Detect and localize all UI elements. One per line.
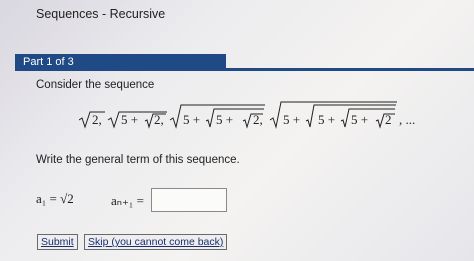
svg-text:5 +: 5 + (216, 112, 233, 127)
sequence-term-4: 5 + (283, 112, 300, 127)
top-bar: Sequences - Recursive (0, 0, 474, 38)
submit-button[interactable]: Submit (37, 234, 78, 250)
sequence-term-3: 5 + (183, 112, 200, 127)
an1-label: aₙ₊₁ = (111, 193, 144, 208)
svg-text:5 +: 5 + (351, 112, 368, 127)
svg-text:5 +: 5 + (318, 112, 335, 127)
part-divider (15, 68, 474, 71)
page-title: Sequences - Recursive (36, 7, 166, 21)
sequence-expression: 2, 5 + 2, 5 + 5 + 2, 5 + 5 + 5 + 2 , ... (79, 100, 439, 130)
svg-text:2,: 2, (253, 112, 263, 127)
a1-definition: a₁ = √2 (36, 191, 74, 206)
instruction-text: Write the general term of this sequence. (36, 154, 240, 166)
sequence-term-2: 5 + (121, 112, 138, 127)
question-prompt: Consider the sequence (36, 79, 155, 91)
skip-button[interactable]: Skip (you cannot come back) (84, 234, 228, 250)
svg-text:2,: 2, (154, 112, 164, 127)
svg-text:2: 2 (385, 112, 392, 127)
sequence-ellipsis: , ... (399, 112, 415, 127)
answer-input[interactable] (151, 188, 227, 212)
sequence-term-1: 2, (92, 112, 102, 127)
